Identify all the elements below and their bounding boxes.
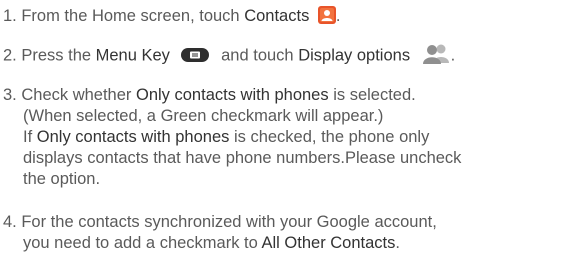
- display-options-label: Display options: [298, 46, 411, 65]
- step-2: 2. Press the Menu Key and touch Display …: [3, 42, 579, 66]
- step-4-line-1: 4. For the contacts synchronized with yo…: [3, 213, 437, 231]
- step-3-line-5: the option.: [23, 170, 101, 188]
- step-3: 3. Check whether Only contacts with phon…: [3, 85, 579, 190]
- contacts-icon: [317, 5, 336, 24]
- all-other-contacts-label: All Other Contacts: [261, 234, 396, 252]
- option-label: Only contacts with phones: [136, 86, 329, 104]
- menu-key-label: Menu Key: [95, 46, 170, 65]
- step-number: 1.: [3, 7, 17, 25]
- step-3-line-2: (When selected, a Green checkmark will a…: [23, 107, 384, 125]
- step-4-line-2: you need to add a checkmark to All Other…: [23, 234, 400, 252]
- menu-key-icon: [180, 47, 209, 62]
- option-label: Only contacts with phones: [36, 128, 230, 146]
- instruction-document: 1. From the Home screen, touch Contacts …: [0, 0, 579, 263]
- step-4: 4. For the contacts synchronized with yo…: [3, 212, 579, 254]
- step-number: 3.: [3, 86, 17, 104]
- display-options-icon: [421, 42, 451, 64]
- step-3-line-4: displays contacts that have phone number…: [23, 149, 462, 167]
- step-text: From the Home screen, touch: [16, 7, 245, 25]
- step-number: 2.: [3, 46, 17, 65]
- step-1: 1. From the Home screen, touch Contacts …: [3, 5, 341, 25]
- step-number: 4.: [3, 213, 17, 231]
- contacts-label: Contacts: [244, 7, 310, 25]
